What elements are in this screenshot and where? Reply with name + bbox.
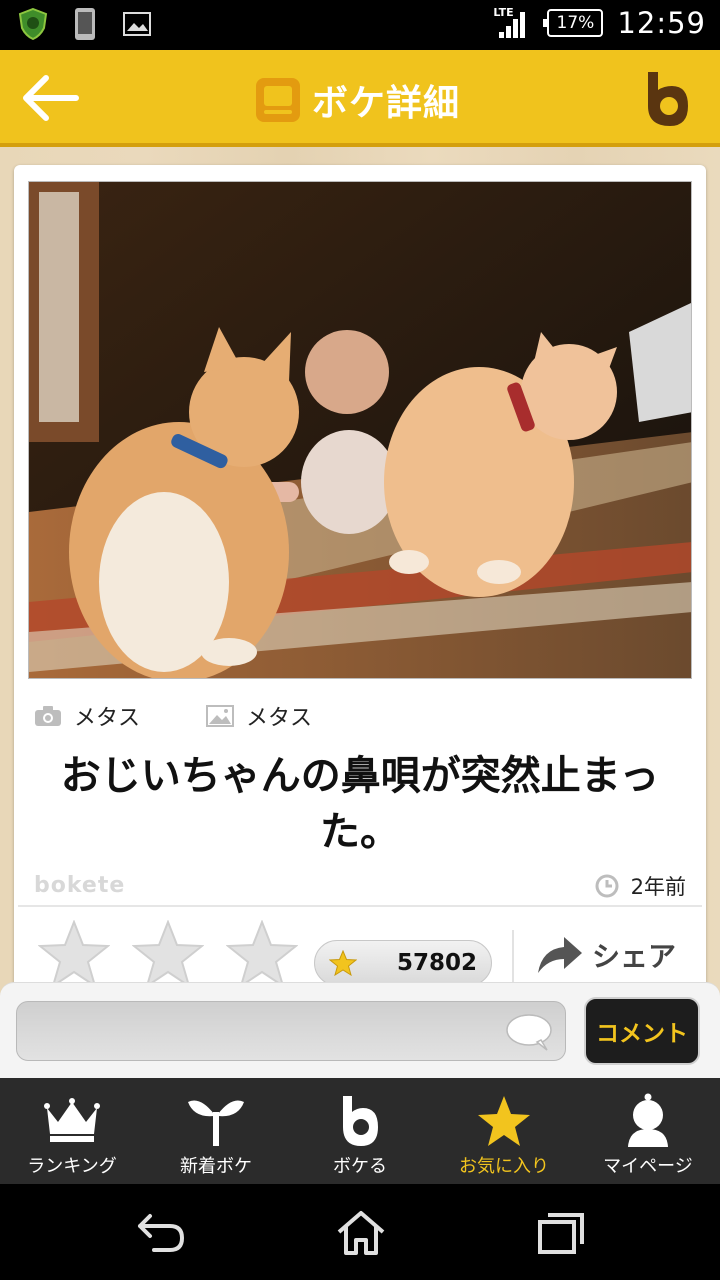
cat-photo (29, 182, 691, 678)
photo-credit-label: メタス (74, 706, 141, 731)
tab-label: ランキング (27, 1156, 117, 1177)
share-label: シェア (592, 940, 677, 973)
nav-home-button[interactable] (336, 1210, 386, 1256)
share-button[interactable]: シェア (534, 935, 676, 975)
nav-back-icon (138, 1214, 184, 1252)
rating-stars[interactable] (38, 920, 298, 988)
recent-apps-icon (538, 1213, 584, 1254)
tab-label: ボケる (333, 1156, 387, 1177)
home-icon (337, 1211, 385, 1255)
detail-icon (256, 78, 300, 122)
camera-icon (35, 706, 61, 726)
nav-recent-apps-button[interactable] (536, 1210, 586, 1256)
app-header: ボケ詳細 (0, 50, 720, 147)
shield-app-icon (18, 8, 48, 40)
nav-back-button[interactable] (136, 1210, 186, 1256)
bokete-logo-button[interactable] (642, 68, 694, 130)
score-value: 57802 (396, 950, 477, 976)
bokete-logo-icon (648, 72, 688, 126)
tab-new-boke[interactable]: 新着ボケ (144, 1078, 288, 1184)
phone-icon (70, 8, 100, 40)
status-bar: LTE 17% 12:59 (0, 0, 720, 50)
share-arrow-icon (538, 937, 582, 973)
boke-caption: おじいちゃんの鼻唄が突然止まった。 (60, 753, 660, 855)
bokete-b-icon (343, 1096, 378, 1146)
image-icon (122, 8, 152, 40)
comment-button[interactable]: コメント (584, 997, 700, 1065)
rate-star-icon[interactable] (132, 920, 204, 988)
sprout-icon (188, 1100, 244, 1146)
tab-bokeru[interactable]: ボケる (288, 1078, 432, 1184)
comment-bar: コメント (0, 982, 720, 1078)
clock-icon (595, 874, 619, 898)
post-photo[interactable] (28, 181, 692, 679)
rate-star-icon[interactable] (226, 920, 298, 988)
image-credit-label: メタス (246, 706, 313, 731)
comment-input[interactable] (16, 1001, 566, 1061)
tab-ranking[interactable]: ランキング (0, 1078, 144, 1184)
user-icon (628, 1093, 668, 1147)
bokete-watermark: bokete (34, 873, 126, 898)
signal-icon: LTE (493, 6, 533, 40)
battery-indicator: 17% (543, 9, 604, 37)
back-button[interactable] (18, 72, 82, 124)
tab-favorites[interactable]: お気に入り (432, 1078, 576, 1184)
crown-icon (44, 1098, 100, 1142)
divider (18, 905, 702, 907)
star-icon (478, 1096, 530, 1146)
tab-my-page[interactable]: マイページ (576, 1078, 720, 1184)
posted-time-label: 2年前 (630, 875, 686, 899)
post-card: メタス メタス おじいちゃんの鼻唄が突然止まった。 bokete 2年前 578… (14, 165, 706, 1025)
bottom-tab-bar: ランキング 新着ボケ ボケる お気に入り マイページ (0, 1078, 720, 1184)
score-star-icon (329, 950, 357, 976)
image-credit[interactable]: メタス (206, 700, 312, 732)
rate-star-icon[interactable] (38, 920, 110, 988)
picture-icon (206, 705, 235, 727)
page-title: ボケ詳細 (312, 83, 461, 124)
tab-label: 新着ボケ (180, 1156, 252, 1177)
score-badge: 57802 (314, 940, 492, 986)
battery-label: 17% (556, 13, 595, 33)
photo-credit[interactable]: メタス (34, 700, 140, 732)
tab-label: マイページ (603, 1156, 693, 1177)
tab-label: お気に入り (459, 1156, 549, 1177)
back-arrow-icon (23, 75, 79, 121)
speech-bubble-icon (506, 1014, 552, 1051)
posted-time: 2年前 (595, 871, 686, 901)
clock: 12:59 (617, 6, 706, 40)
system-nav-bar (0, 1184, 720, 1280)
